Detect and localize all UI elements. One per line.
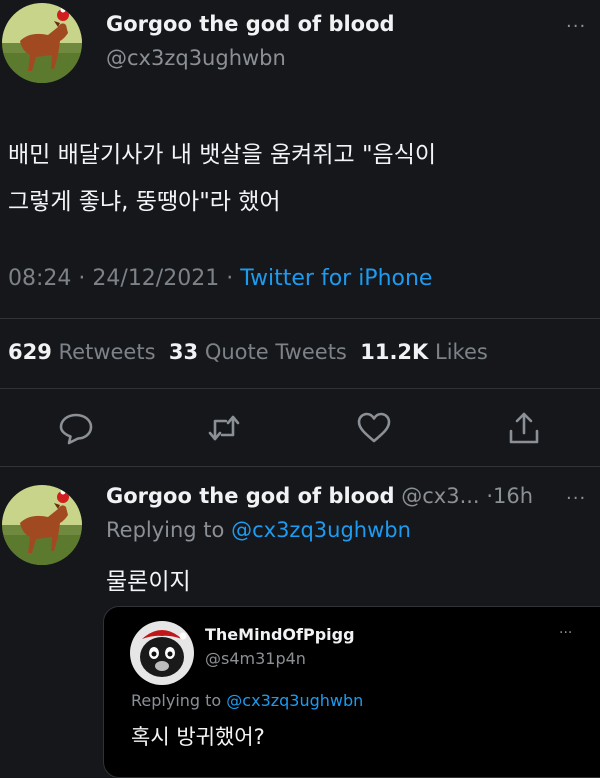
author-name[interactable]: Gorgoo the god of blood [106, 12, 395, 36]
author-handle[interactable]: @cx3zq3ughwbn [106, 46, 286, 70]
reply-text: 물론이지 [106, 569, 191, 595]
replying-to-link[interactable]: @cx3zq3ughwbn [226, 691, 363, 710]
tweet-meta: 08:24 · 24/12/2021 · Twitter for iPhone [8, 266, 432, 291]
likes-count: 11.2K [360, 340, 429, 364]
reply-icon[interactable] [58, 410, 94, 446]
meta-separator: · [226, 266, 234, 291]
reply-author-name[interactable]: Gorgoo the god of blood [106, 484, 395, 508]
author-avatar[interactable] [2, 3, 82, 83]
likes-label: Likes [435, 340, 488, 364]
replying-prefix: Replying to [106, 518, 225, 542]
quotes-label: Quote Tweets [204, 340, 347, 364]
replying-to-link[interactable]: @cx3zq3ughwbn [231, 518, 411, 542]
quoted-text: 혹시 방귀했어? [131, 725, 265, 749]
retweets-count: 629 [8, 340, 52, 364]
tweet-stats: 629 Retweets 33 Quote Tweets 11.2K Likes [8, 340, 488, 364]
tweet-time[interactable]: 08:24 [8, 266, 71, 291]
retweet-icon[interactable] [206, 410, 242, 446]
reply-time[interactable]: 16h [493, 484, 533, 508]
quotes-stat[interactable]: 33 Quote Tweets [169, 340, 347, 364]
reply-author-avatar[interactable] [2, 485, 82, 565]
tweet-text-line-2: 그렇게 좋냐, 뚱땡아"라 했어 [8, 189, 281, 215]
meta-separator: · [486, 484, 493, 508]
likes-stat[interactable]: 11.2K Likes [360, 340, 488, 364]
reply-header: Gorgoo the god of blood @cx3... ·16h [106, 484, 533, 508]
reply-author-handle[interactable]: @cx3... [401, 484, 479, 508]
replying-to: Replying to @cx3zq3ughwbn [106, 518, 411, 542]
share-icon[interactable] [506, 410, 542, 446]
quoted-replying-to: Replying to @cx3zq3ughwbn [131, 691, 363, 710]
more-icon[interactable]: ··· [566, 488, 586, 509]
tweet-date[interactable]: 24/12/2021 [92, 266, 219, 291]
quotes-count: 33 [168, 340, 199, 364]
divider [0, 318, 600, 319]
quoted-author-handle[interactable]: @s4m31p4n [205, 649, 306, 668]
tweet-text-line-1: 배민 배달기사가 내 뱃살을 움켜쥐고 "음식이 [8, 142, 437, 168]
more-icon[interactable]: ··· [566, 16, 586, 37]
tweet-source-link[interactable]: Twitter for iPhone [240, 266, 432, 291]
more-icon[interactable]: ··· [559, 625, 572, 641]
meta-separator: · [78, 266, 86, 291]
retweets-stat[interactable]: 629 Retweets [8, 340, 156, 364]
replying-prefix: Replying to [131, 691, 222, 710]
divider [0, 388, 600, 389]
retweets-label: Retweets [58, 340, 156, 364]
divider [0, 466, 600, 467]
quoted-author-name[interactable]: TheMindOfPpigg [205, 625, 355, 644]
like-icon[interactable] [356, 410, 392, 446]
tweet-text: 배민 배달기사가 내 뱃살을 움켜쥐고 "음식이 그렇게 좋냐, 뚱땡아"라 했… [8, 132, 588, 226]
quoted-tweet-card[interactable]: TheMindOfPpigg @s4m31p4n ··· Replying to… [103, 606, 600, 778]
quoted-author-avatar[interactable] [130, 621, 194, 685]
